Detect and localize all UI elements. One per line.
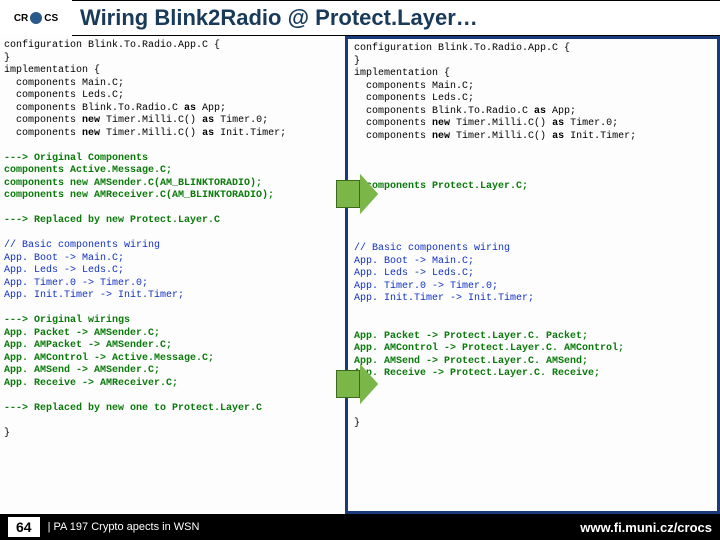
code-line: App. Boot -> Main.C; xyxy=(4,253,124,264)
left-column: configuration Blink.To.Radio.App.C { } i… xyxy=(0,36,345,514)
comment-line: // Basic components wiring xyxy=(4,240,160,251)
code-line: configuration Blink.To.Radio.App.C { xyxy=(354,43,570,54)
code-line: App. AMPacket -> AMSender.C; xyxy=(4,340,172,351)
code-line: } xyxy=(4,428,10,439)
code-line: App. AMControl -> Active.Message.C; xyxy=(4,353,214,364)
code-line: components Main.C; xyxy=(354,81,474,92)
code-line: App. Receive -> AMReceiver.C; xyxy=(4,378,178,389)
code-line: App. Leds -> Leds.C; xyxy=(4,265,124,276)
code-line: components Blink.To.Radio.C as App; xyxy=(354,106,576,117)
code-line: components Active.Message.C; xyxy=(4,165,172,176)
code-line: App. Packet -> Protect.Layer.C. Packet; xyxy=(354,331,588,342)
code-line: App. Timer.0 -> Timer.0; xyxy=(4,278,148,289)
right-column: configuration Blink.To.Radio.App.C { } i… xyxy=(345,36,720,514)
footer: 64 | PA 197 Crypto apects in WSN www.fi.… xyxy=(0,514,720,540)
code-line: App. Packet -> AMSender.C; xyxy=(4,328,160,339)
code-line: } xyxy=(354,418,360,429)
code-line: App. Receive -> Protect.Layer.C. Receive… xyxy=(354,368,600,379)
code-line: App. Timer.0 -> Timer.0; xyxy=(354,281,498,292)
content: configuration Blink.To.Radio.App.C { } i… xyxy=(0,36,720,514)
code-line: App. AMControl -> Protect.Layer.C. AMCon… xyxy=(354,343,624,354)
code-line: components Main.C; xyxy=(4,78,124,89)
code-line: App. AMSend -> Protect.Layer.C. AMSend; xyxy=(354,356,588,367)
logo-circle-icon xyxy=(30,12,42,24)
code-line: components Protect.Layer.C; xyxy=(354,181,528,192)
slide-title: Wiring Blink2Radio @ Protect.Layer… xyxy=(72,1,720,35)
slide: CRCS Wiring Blink2Radio @ Protect.Layer…… xyxy=(0,0,720,540)
footer-caption: | PA 197 Crypto apects in WSN xyxy=(48,521,200,533)
code-line: implementation { xyxy=(354,68,450,79)
code-line: App. Leds -> Leds.C; xyxy=(354,268,474,279)
comment-line: ---> Replaced by new Protect.Layer.C xyxy=(4,215,220,226)
slide-number: 64 xyxy=(8,517,40,537)
logo-text: CRCS xyxy=(14,12,58,24)
code-line: components Blink.To.Radio.C as App; xyxy=(4,103,226,114)
arrow-icon xyxy=(336,364,378,404)
code-line: components new Timer.Milli.C() as Timer.… xyxy=(354,118,618,129)
code-line: components Leds.C; xyxy=(354,93,474,104)
arrow-icon xyxy=(336,174,378,214)
logo: CRCS xyxy=(0,0,72,36)
code-line: components new AMReceiver.C(AM_BLINKTORA… xyxy=(4,190,274,201)
code-line: components Leds.C; xyxy=(4,90,124,101)
comment-line: ---> Replaced by new one to Protect.Laye… xyxy=(4,403,262,414)
footer-url: www.fi.muni.cz/crocs xyxy=(580,520,712,535)
code-line: App. Init.Timer -> Init.Timer; xyxy=(4,290,184,301)
code-line: components new Timer.Milli.C() as Timer.… xyxy=(4,115,268,126)
code-line: App. AMSend -> AMSender.C; xyxy=(4,365,160,376)
code-line: App. Boot -> Main.C; xyxy=(354,256,474,267)
comment-line: ---> Original Components xyxy=(4,153,148,164)
header: CRCS Wiring Blink2Radio @ Protect.Layer… xyxy=(0,0,720,36)
code-line: components new Timer.Milli.C() as Init.T… xyxy=(4,128,286,139)
code-line: components new Timer.Milli.C() as Init.T… xyxy=(354,131,636,142)
comment-line: // Basic components wiring xyxy=(354,243,510,254)
code-line: implementation { xyxy=(4,65,100,76)
code-line: configuration Blink.To.Radio.App.C { xyxy=(4,40,220,51)
comment-line: ---> Original wirings xyxy=(4,315,130,326)
code-line: components new AMSender.C(AM_BLINKTORADI… xyxy=(4,178,262,189)
code-line: App. Init.Timer -> Init.Timer; xyxy=(354,293,534,304)
